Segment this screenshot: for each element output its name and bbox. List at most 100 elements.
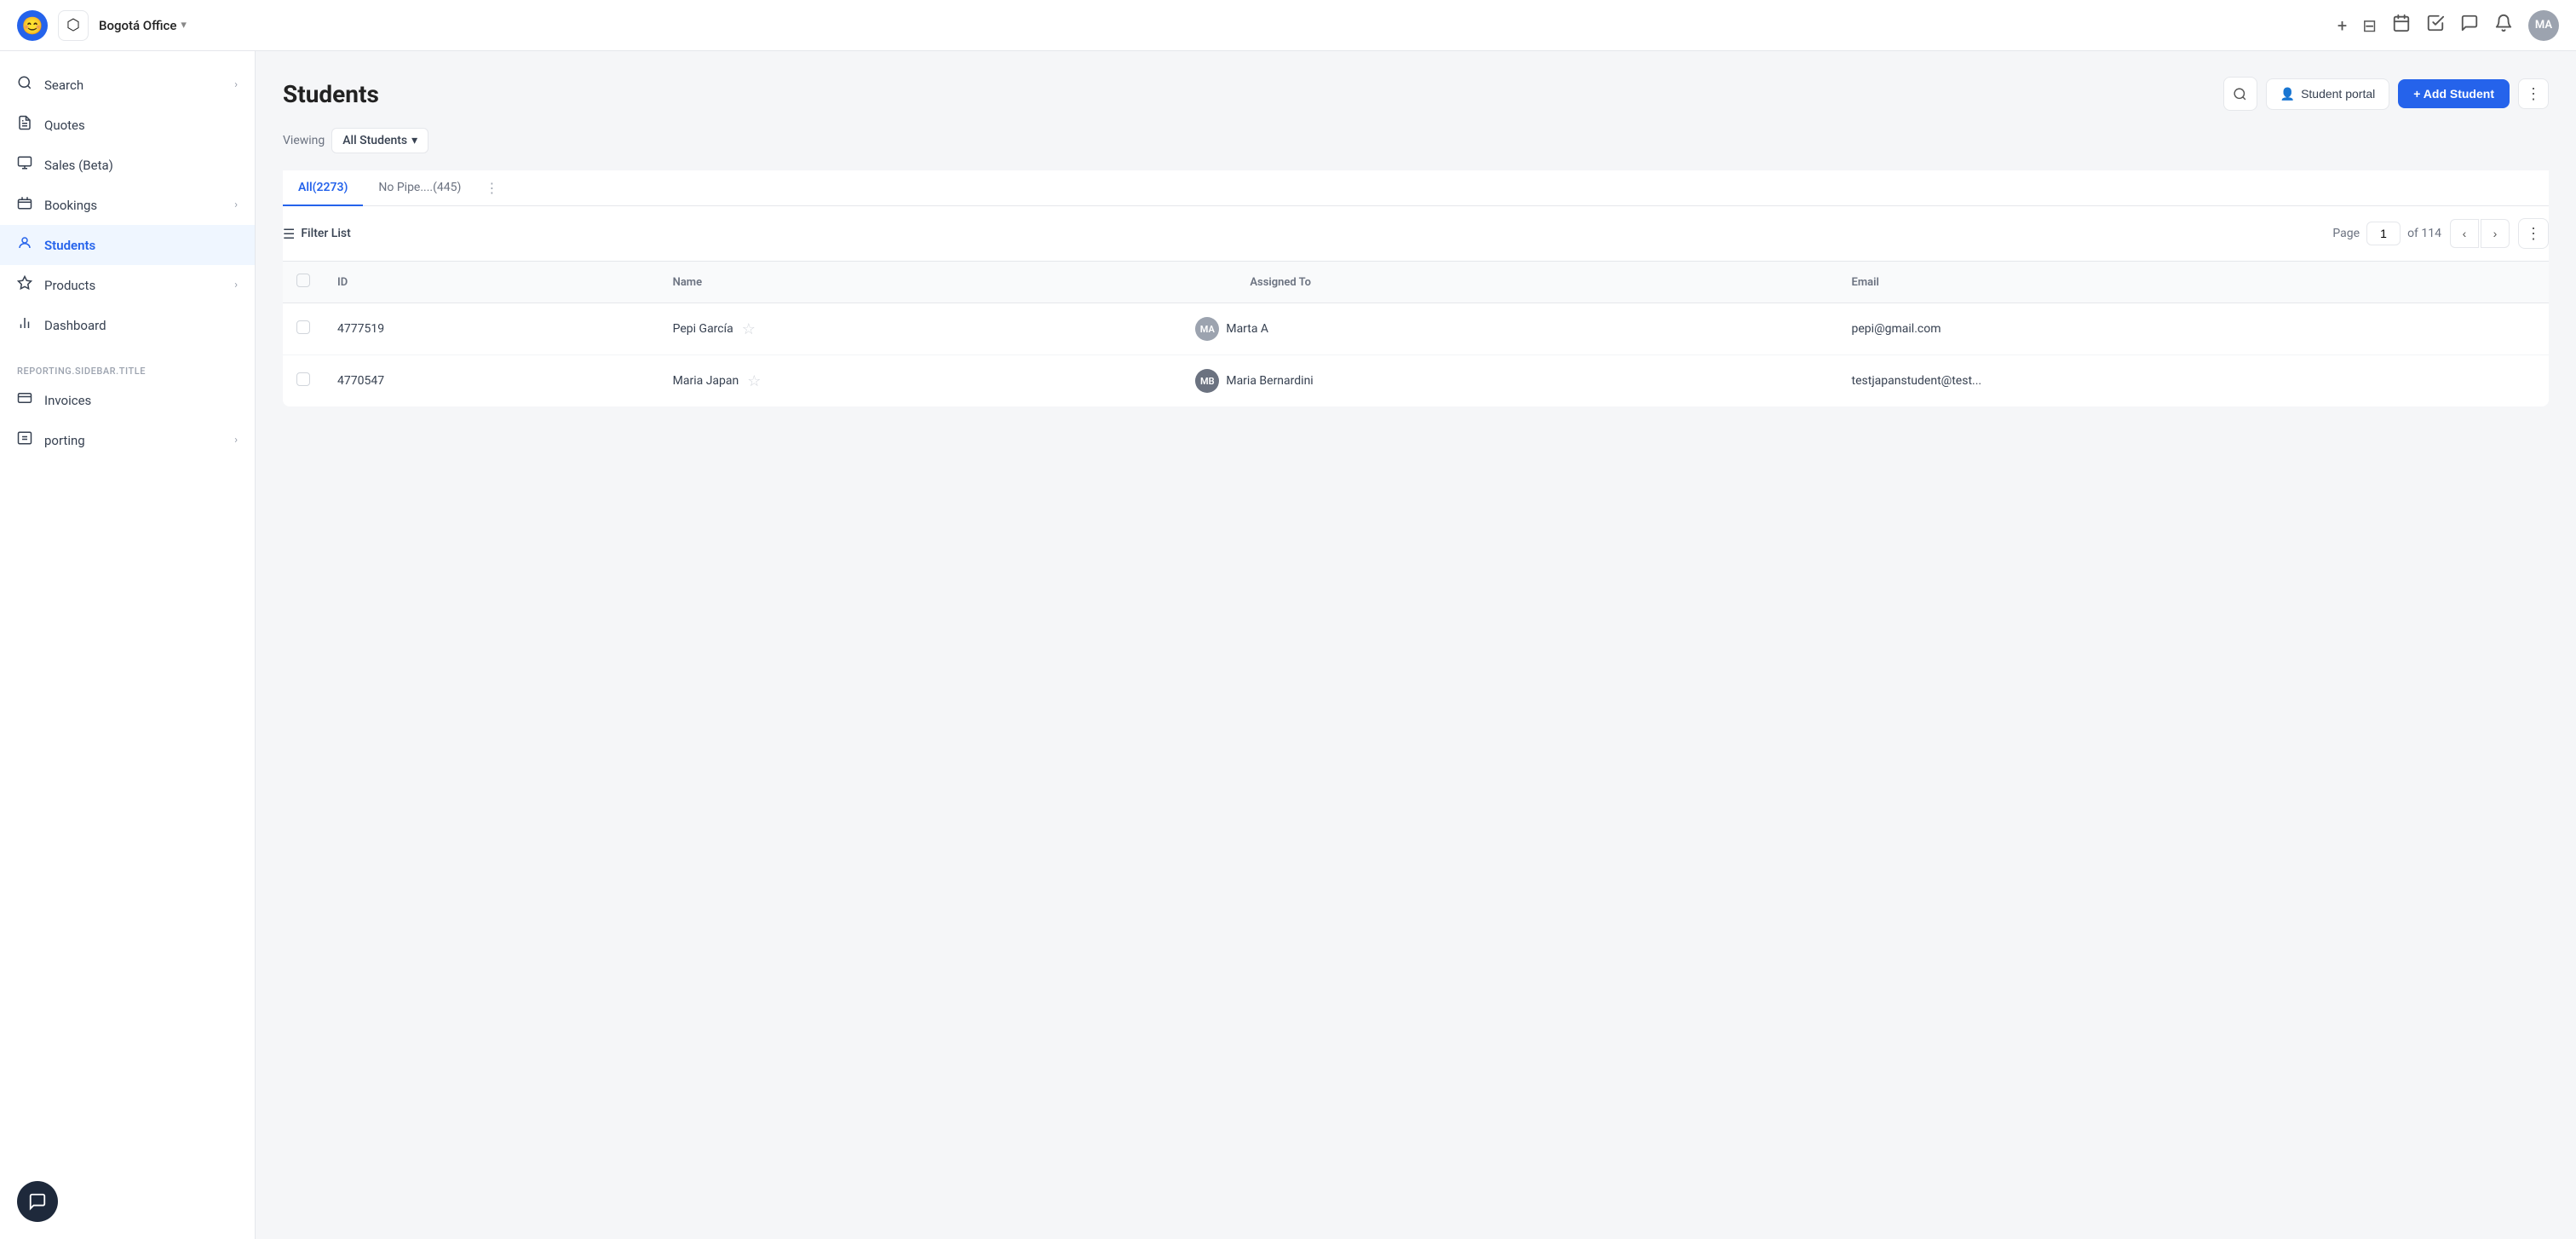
sidebar-item-students[interactable]: Students (0, 225, 255, 265)
sales-icon (17, 155, 32, 175)
chat-support-button[interactable] (17, 1181, 58, 1222)
sidebar-item-label: Bookings (44, 198, 222, 213)
sidebar-item-label: Invoices (44, 393, 238, 408)
search-icon (17, 75, 32, 95)
tab-all[interactable]: All(2273) (283, 170, 363, 206)
topnav-icons: + ⊟ MA (2337, 10, 2559, 41)
star-icon[interactable]: ☆ (742, 320, 756, 338)
table-more-button[interactable]: ⋮ (2518, 218, 2549, 249)
row-name: Maria Japan ☆ (659, 355, 1182, 407)
assigned-avatar: MA (1195, 317, 1219, 341)
bookings-icon (17, 195, 32, 215)
chevron-right-icon: › (234, 434, 238, 447)
sidebar-item-search[interactable]: Search › (0, 65, 255, 105)
reporting-icon (17, 430, 32, 450)
sidebar-item-sales[interactable]: Sales (Beta) (0, 145, 255, 185)
viewing-select[interactable]: All Students ▾ (331, 128, 428, 153)
search-button[interactable] (2223, 77, 2257, 111)
add-icon[interactable]: + (2337, 15, 2347, 36)
row-checkbox-cell (283, 303, 324, 355)
filter-row: ☰ Filter List Page of 114 ‹ › ⋮ (283, 206, 2549, 262)
reporting-section-label: REPORTING.SIDEBAR.TITLE (0, 359, 255, 380)
sidebar-item-label: Products (44, 278, 222, 293)
row-checkbox[interactable] (296, 372, 310, 386)
sidebar: Search › Quotes Sales (Beta) Bookings › (0, 51, 256, 1239)
chevron-right-icon: › (234, 199, 238, 211)
row-email: testjapanstudent@test... (1838, 355, 2549, 407)
tab-nopipe[interactable]: No Pipe....(445) (363, 170, 476, 206)
filter-label: Filter List (301, 227, 350, 240)
row-id: 4770547 (324, 355, 659, 407)
row-name: Pepi García ☆ (659, 303, 1182, 355)
students-table: ID Name Assigned To Email 4777519 (283, 262, 2549, 406)
viewing-row: Viewing All Students ▾ (283, 128, 2549, 153)
next-page-button[interactable]: › (2481, 219, 2510, 248)
page-info: Page of 114 (2332, 222, 2441, 245)
filter-right: Page of 114 ‹ › ⋮ (2332, 218, 2549, 249)
viewing-chevron-icon: ▾ (411, 134, 417, 147)
col-name: Name (659, 262, 1182, 303)
sidebar-item-invoices[interactable]: Invoices (0, 380, 255, 420)
student-portal-label: Student portal (2301, 87, 2375, 101)
assigned-name: Marta A (1226, 322, 1268, 336)
dashboard-icon (17, 315, 32, 335)
row-assigned: MB Maria Bernardini (1182, 355, 1837, 407)
star-icon[interactable]: ☆ (747, 372, 761, 390)
row-id: 4777519 (324, 303, 659, 355)
add-student-label: + Add Student (2413, 87, 2494, 101)
tabs: All(2273) No Pipe....(445) ⋮ (283, 170, 2549, 206)
viewing-label: Viewing (283, 134, 325, 147)
select-all-header (283, 262, 324, 303)
user-avatar[interactable]: MA (2528, 10, 2559, 41)
table-container: All(2273) No Pipe....(445) ⋮ ☰ Filter Li… (283, 170, 2549, 406)
sidebar-item-products[interactable]: Products › (0, 265, 255, 305)
sidebar-item-quotes[interactable]: Quotes (0, 105, 255, 145)
sidebar-item-label: Dashboard (44, 318, 238, 333)
row-checkbox[interactable] (296, 320, 310, 334)
assigned-name: Maria Bernardini (1226, 374, 1313, 388)
main-content: Students 👤 Student portal + Add Student … (256, 51, 2576, 1239)
col-id: ID (324, 262, 659, 303)
filter-icon: ☰ (283, 226, 295, 242)
app-logo-circle[interactable]: 😊 (17, 10, 48, 41)
org-selector[interactable]: Bogotá Office ▾ (99, 18, 187, 33)
inbox-icon[interactable]: ⊟ (2362, 15, 2377, 36)
table-row: 4770547 Maria Japan ☆ MB Maria Bernardin… (283, 355, 2549, 407)
student-portal-icon: 👤 (2280, 87, 2295, 101)
sidebar-item-dashboard[interactable]: Dashboard (0, 305, 255, 345)
tabs-more-icon[interactable]: ⋮ (476, 171, 507, 205)
page-input[interactable] (2366, 222, 2401, 245)
page-label: Page (2332, 227, 2360, 240)
student-portal-button[interactable]: 👤 Student portal (2266, 78, 2390, 110)
add-student-button[interactable]: + Add Student (2398, 79, 2510, 108)
row-email: pepi@gmail.com (1838, 303, 2549, 355)
students-icon (17, 235, 32, 255)
more-options-button[interactable]: ⋮ (2518, 78, 2549, 109)
calendar-icon[interactable] (2392, 14, 2411, 37)
chevron-right-icon: › (234, 78, 238, 91)
sidebar-item-label: porting (44, 433, 222, 448)
page-title: Students (283, 80, 2223, 108)
chat-icon[interactable] (2460, 14, 2479, 37)
row-assigned: MA Marta A (1182, 303, 1837, 355)
chevron-right-icon: › (234, 279, 238, 291)
page-nav: ‹ › (2450, 219, 2510, 248)
sidebar-item-reporting[interactable]: porting › (0, 420, 255, 460)
select-all-checkbox[interactable] (296, 274, 310, 287)
sidebar-item-label: Search (44, 78, 222, 93)
org-name: Bogotá Office (99, 18, 176, 33)
row-checkbox-cell (283, 355, 324, 407)
invoices-icon (17, 390, 32, 410)
page-total: of 114 (2407, 227, 2441, 240)
prev-page-button[interactable]: ‹ (2450, 219, 2479, 248)
sidebar-item-bookings[interactable]: Bookings › (0, 185, 255, 225)
page-header-actions: 👤 Student portal + Add Student ⋮ (2223, 77, 2549, 111)
filter-left: ☰ Filter List (283, 226, 351, 242)
bell-icon[interactable] (2494, 14, 2513, 37)
topnav: 😊 ⬡ Bogotá Office ▾ + ⊟ MA (0, 0, 2576, 51)
products-icon (17, 275, 32, 295)
filter-button[interactable]: ☰ Filter List (283, 226, 351, 242)
tasks-icon[interactable] (2426, 14, 2445, 37)
org-logo-box[interactable]: ⬡ (58, 10, 89, 41)
sidebar-item-label: Quotes (44, 118, 238, 133)
